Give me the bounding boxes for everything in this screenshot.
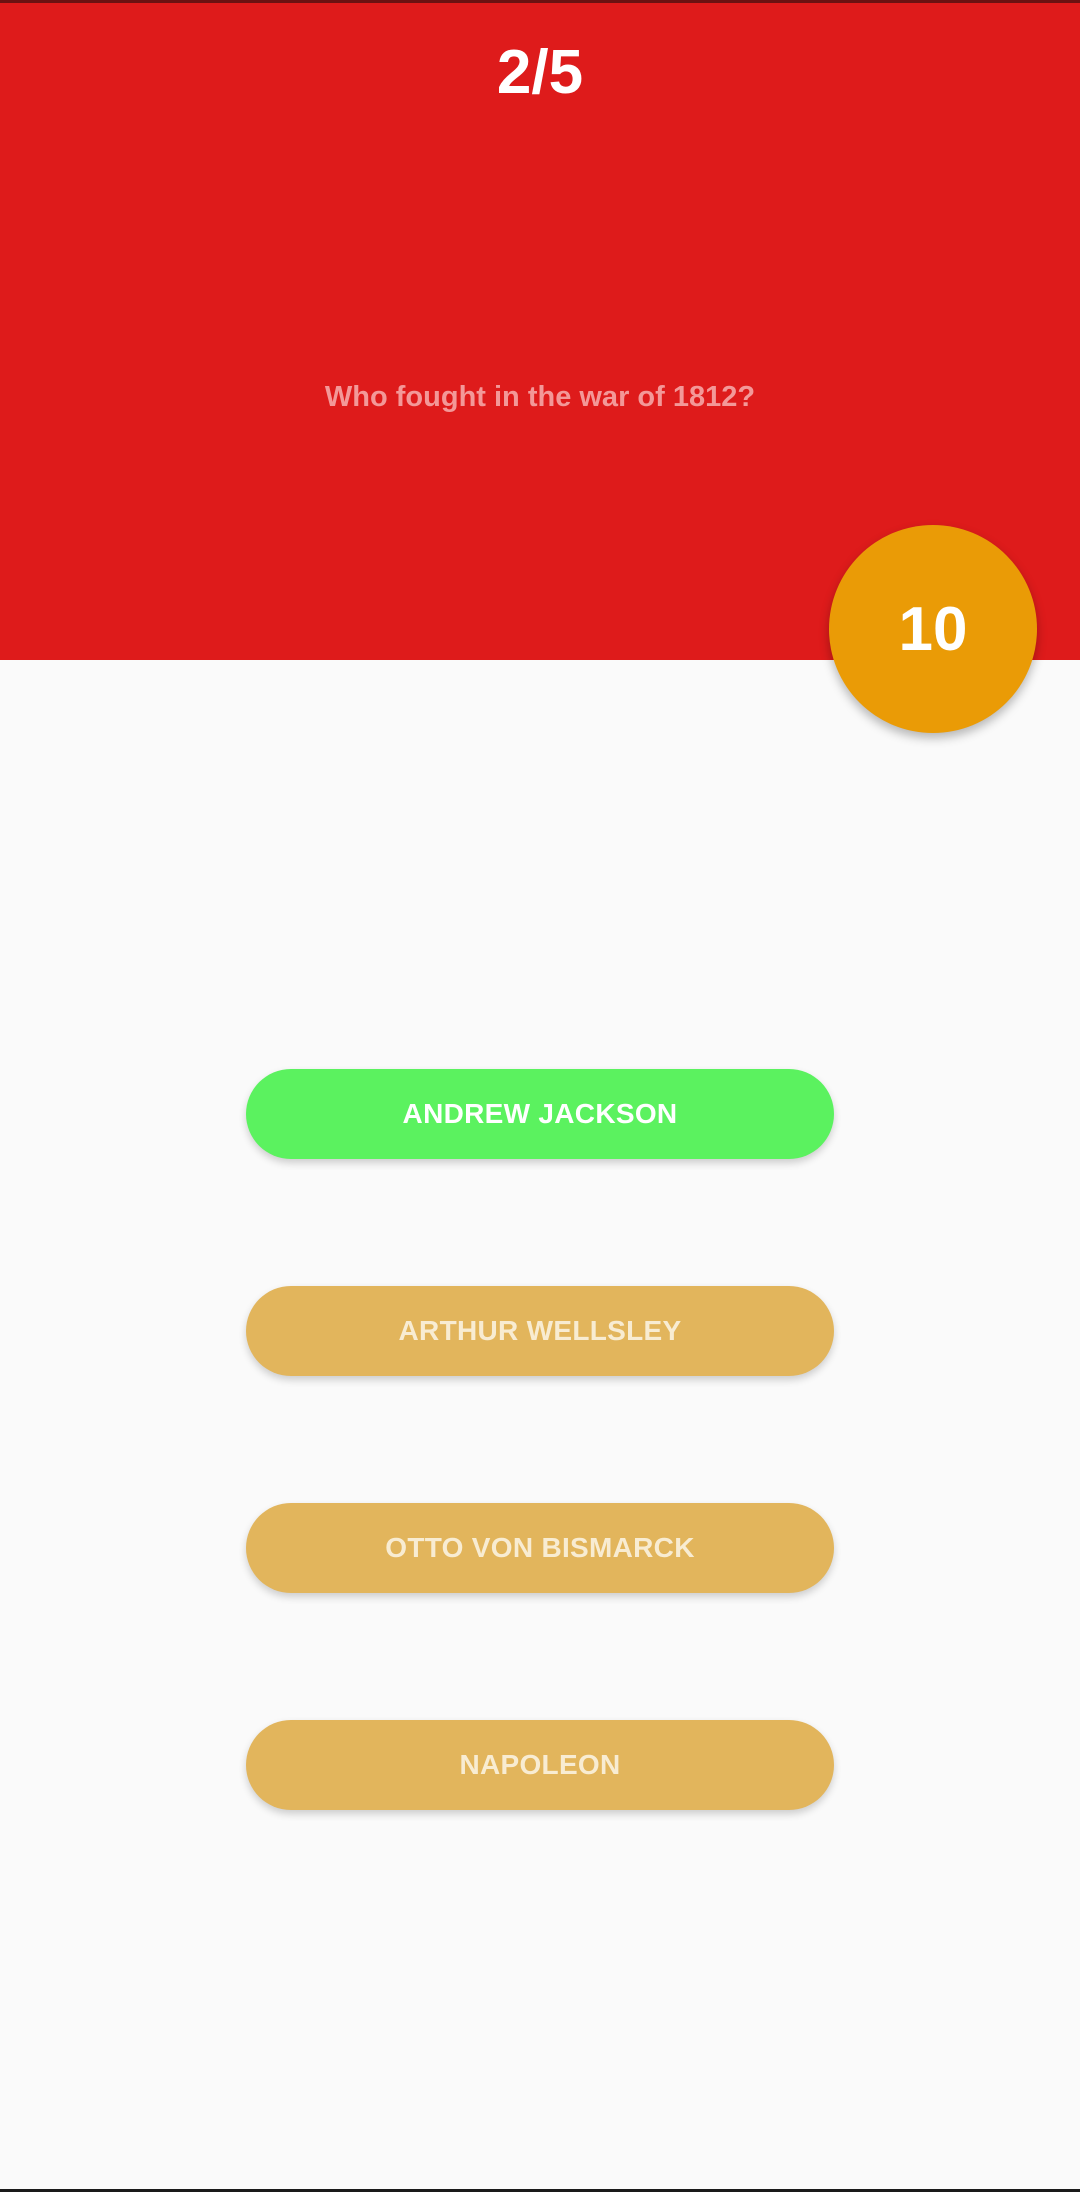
countdown-timer: 10 — [829, 525, 1037, 733]
question-progress: 2/5 — [496, 38, 584, 107]
answer-button-1[interactable]: ANDREW JACKSON — [246, 1069, 834, 1159]
answer-list: ANDREW JACKSON ARTHUR WELLSLEY OTTO VON … — [246, 1069, 834, 1937]
answer-button-2[interactable]: ARTHUR WELLSLEY — [246, 1286, 834, 1376]
answer-button-4[interactable]: NAPOLEON — [246, 1720, 834, 1810]
question-text: Who fought in the war of 1812? — [324, 381, 756, 413]
answer-button-3[interactable]: OTTO VON BISMARCK — [246, 1503, 834, 1593]
